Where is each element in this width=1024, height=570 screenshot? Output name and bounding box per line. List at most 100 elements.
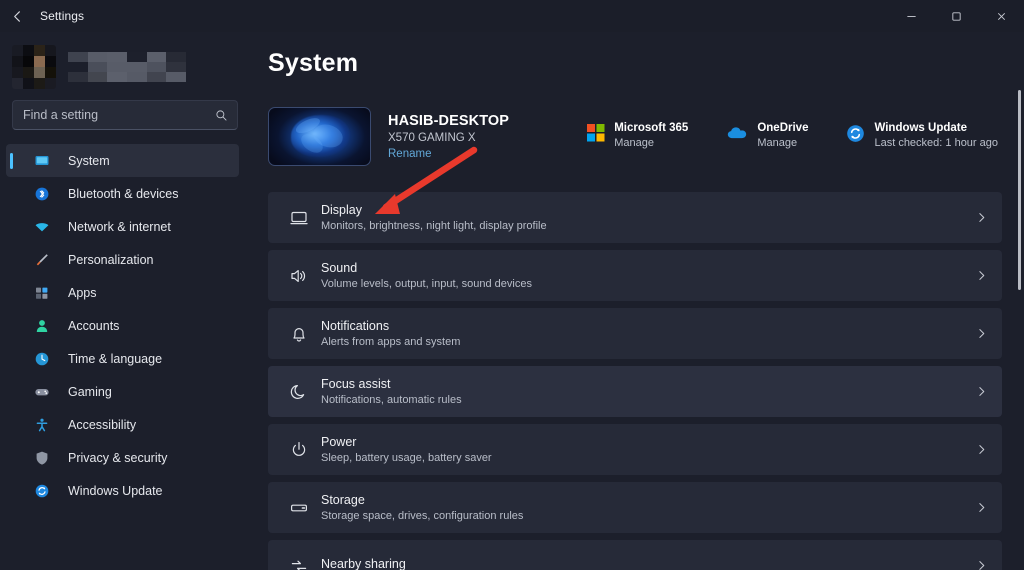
sidebar-item-privacy-security[interactable]: Privacy & security — [6, 441, 239, 474]
sidebar-item-label: Accessibility — [68, 417, 137, 432]
service-onedrive[interactable]: OneDrive Manage — [726, 121, 808, 151]
vertical-scrollbar[interactable] — [1018, 90, 1021, 290]
row-title: Storage — [321, 493, 365, 507]
settings-row-storage[interactable]: Storage Storage space, drives, configura… — [268, 482, 1002, 533]
sidebar-item-label: Gaming — [68, 384, 112, 399]
search-input[interactable] — [13, 108, 237, 122]
avatar — [12, 45, 56, 89]
user-name-redacted — [68, 52, 186, 82]
window-title: Settings — [40, 9, 85, 23]
settings-row-focus-assist[interactable]: Focus assist Notifications, automatic ru… — [268, 366, 1002, 417]
device-info-card: HASIB-DESKTOP X570 GAMING X Rename Micro… — [268, 97, 1002, 175]
chevron-right-icon[interactable] — [975, 385, 988, 398]
row-subtitle: Monitors, brightness, night light, displ… — [321, 220, 547, 232]
settings-row-display[interactable]: Display Monitors, brightness, night ligh… — [268, 192, 1002, 243]
moon-icon — [281, 382, 317, 402]
update-refresh-icon — [846, 124, 865, 148]
settings-row-notifications[interactable]: Notifications Alerts from apps and syste… — [268, 308, 1002, 359]
chevron-right-icon[interactable] — [975, 211, 988, 224]
service-windows-update[interactable]: Windows Update Last checked: 1 hour ago — [846, 121, 998, 151]
user-profile[interactable] — [0, 32, 250, 89]
settings-row-nearby-sharing[interactable]: Nearby sharing — [268, 540, 1002, 570]
search-box[interactable] — [12, 100, 238, 130]
service-title: OneDrive — [757, 121, 809, 134]
person-icon — [32, 318, 52, 334]
drive-icon — [281, 498, 317, 518]
device-meta: HASIB-DESKTOP X570 GAMING X Rename — [388, 113, 509, 160]
service-subtitle[interactable]: Manage — [614, 136, 688, 151]
sidebar-item-time-language[interactable]: Time & language — [6, 342, 239, 375]
gamepad-icon — [32, 384, 52, 400]
settings-row-list: Display Monitors, brightness, night ligh… — [268, 192, 1002, 570]
nearby-share-icon — [281, 556, 317, 570]
sidebar-item-apps[interactable]: Apps — [6, 276, 239, 309]
sidebar-item-label: Windows Update — [68, 483, 163, 498]
settings-row-sound[interactable]: Sound Volume levels, output, input, soun… — [268, 250, 1002, 301]
sidebar-item-accounts[interactable]: Accounts — [6, 309, 239, 342]
page-title: System — [268, 49, 359, 77]
rename-link[interactable]: Rename — [388, 148, 509, 160]
settings-row-power[interactable]: Power Sleep, battery usage, battery save… — [268, 424, 1002, 475]
device-name: HASIB-DESKTOP — [388, 112, 510, 129]
row-subtitle: Alerts from apps and system — [321, 336, 461, 348]
chevron-right-icon[interactable] — [975, 269, 988, 282]
service-subtitle[interactable]: Manage — [757, 136, 808, 151]
row-title: Power — [321, 435, 357, 449]
wifi-icon — [32, 219, 52, 235]
row-title: Display — [321, 203, 362, 217]
back-arrow-icon[interactable] — [0, 0, 34, 32]
microsoft-logo-icon — [587, 124, 605, 147]
onedrive-cloud-icon — [726, 125, 748, 146]
paintbrush-icon — [32, 252, 52, 268]
sidebar-item-label: Network & internet — [68, 219, 171, 234]
sidebar-item-label: Accounts — [68, 318, 120, 333]
minimize-button[interactable] — [889, 0, 934, 32]
sidebar: System Bluetooth & devices Network & int… — [0, 32, 250, 570]
apps-grid-icon — [32, 285, 52, 301]
sidebar-item-network-internet[interactable]: Network & internet — [6, 210, 239, 243]
device-thumbnail — [268, 106, 371, 166]
row-subtitle: Sleep, battery usage, battery saver — [321, 452, 492, 464]
service-title: Microsoft 365 — [614, 121, 689, 134]
monitor-icon — [281, 208, 317, 228]
chevron-right-icon[interactable] — [975, 501, 988, 514]
sidebar-item-label: Bluetooth & devices — [68, 186, 179, 201]
row-subtitle: Notifications, automatic rules — [321, 394, 462, 406]
title-bar: Settings — [0, 0, 1024, 32]
row-title: Focus assist — [321, 377, 391, 391]
power-icon — [281, 440, 317, 460]
search-container — [0, 88, 250, 130]
bell-icon — [281, 324, 317, 344]
chevron-right-icon[interactable] — [975, 327, 988, 340]
accessibility-person-icon — [32, 417, 52, 433]
device-model: X570 GAMING X — [388, 131, 476, 144]
sidebar-item-label: Privacy & security — [68, 450, 168, 465]
service-title: Windows Update — [874, 121, 968, 134]
update-refresh-icon — [32, 483, 52, 499]
sidebar-item-system[interactable]: System — [6, 144, 239, 177]
chevron-right-icon[interactable] — [975, 443, 988, 456]
monitor-icon — [32, 153, 52, 169]
service-microsoft-365[interactable]: Microsoft 365 Manage — [587, 121, 688, 151]
maximize-button[interactable] — [934, 0, 979, 32]
sidebar-item-bluetooth-devices[interactable]: Bluetooth & devices — [6, 177, 239, 210]
chevron-right-icon[interactable] — [975, 559, 988, 570]
close-button[interactable] — [979, 0, 1024, 32]
sidebar-item-label: Time & language — [68, 351, 163, 366]
row-subtitle: Volume levels, output, input, sound devi… — [321, 278, 532, 290]
services-row: Microsoft 365 Manage OneDrive Manage Win… — [587, 121, 1002, 151]
sidebar-item-label: Apps — [68, 285, 97, 300]
row-title: Notifications — [321, 319, 390, 333]
sidebar-item-label: System — [68, 153, 110, 168]
row-title: Nearby sharing — [321, 557, 406, 570]
sidebar-nav: System Bluetooth & devices Network & int… — [0, 144, 250, 507]
sidebar-item-gaming[interactable]: Gaming — [6, 375, 239, 408]
bluetooth-icon — [32, 186, 52, 202]
search-icon — [215, 109, 228, 122]
sidebar-item-accessibility[interactable]: Accessibility — [6, 408, 239, 441]
sidebar-item-personalization[interactable]: Personalization — [6, 243, 239, 276]
row-title: Sound — [321, 261, 358, 275]
sidebar-item-label: Personalization — [68, 252, 154, 267]
shield-icon — [32, 450, 52, 466]
sidebar-item-windows-update[interactable]: Windows Update — [6, 474, 239, 507]
